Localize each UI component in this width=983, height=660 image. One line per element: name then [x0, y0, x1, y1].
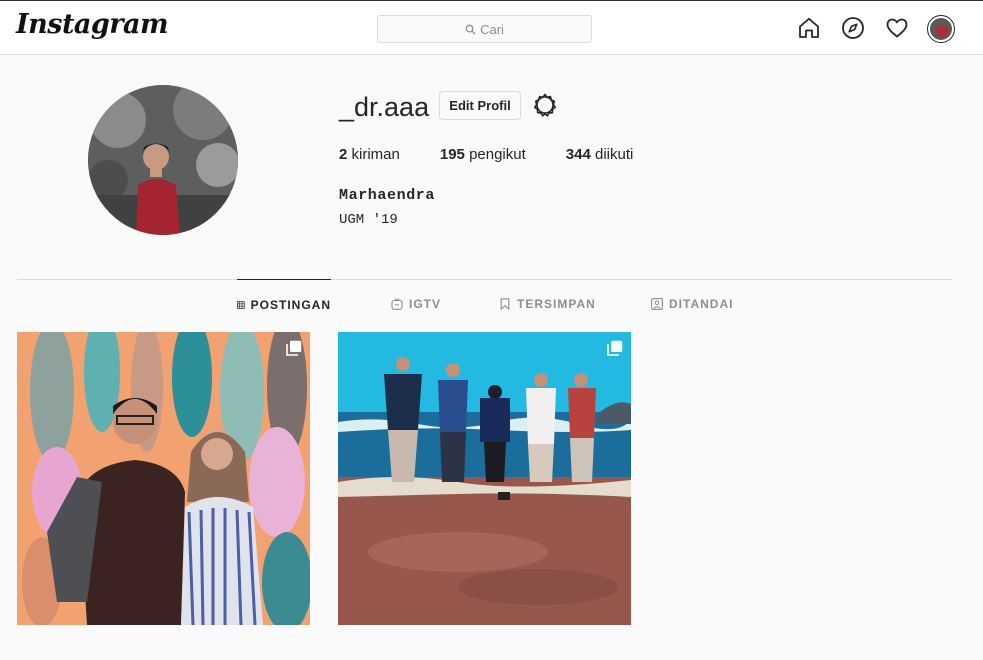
- profile-stats: 2 kiriman 195 pengikut 344 diikuti: [339, 146, 673, 163]
- instagram-logo[interactable]: Instagram: [16, 9, 169, 40]
- bookmark-icon: [500, 298, 510, 310]
- tagged-icon: [651, 298, 663, 310]
- profile-bio: UGM '19: [339, 212, 398, 228]
- followers-link[interactable]: 195 pengikut: [440, 146, 526, 163]
- settings-gear-icon[interactable]: [533, 93, 557, 117]
- search-input[interactable]: Cari: [377, 15, 592, 43]
- multiple-photos-icon: [607, 340, 623, 356]
- profile-avatar-button[interactable]: [927, 15, 955, 43]
- tab-postingan[interactable]: POSTINGAN: [237, 279, 331, 329]
- tab-ditandai[interactable]: DITANDAI: [651, 279, 733, 329]
- edit-profile-button[interactable]: Edit Profil: [439, 91, 521, 120]
- tab-label: POSTINGAN: [250, 297, 331, 312]
- profile-picture[interactable]: [88, 85, 238, 235]
- profile-photo-image: [88, 85, 238, 235]
- igtv-icon: [391, 298, 403, 310]
- profile-tabs: POSTINGAN IGTV TERSIMPAN DITANDAI: [0, 279, 983, 329]
- grid-icon: [237, 300, 245, 309]
- explore-icon[interactable]: [841, 16, 865, 40]
- tab-label: IGTV: [409, 297, 442, 311]
- home-icon[interactable]: [797, 16, 821, 40]
- tab-igtv[interactable]: IGTV: [391, 279, 441, 329]
- search-icon: [465, 24, 476, 35]
- top-navigation-bar: Instagram Cari: [0, 0, 983, 55]
- post-image-couple: [17, 332, 310, 625]
- posts-count: 2 kiriman: [339, 146, 400, 163]
- post-image-beach-group: [338, 332, 631, 625]
- multiple-photos-icon: [286, 340, 302, 356]
- following-link[interactable]: 344 diikuti: [566, 146, 634, 163]
- heart-icon[interactable]: [885, 16, 909, 40]
- search-placeholder: Cari: [480, 21, 504, 37]
- profile-full-name: Marhaendra: [339, 187, 436, 204]
- tab-label: TERSIMPAN: [517, 297, 596, 311]
- tab-tersimpan[interactable]: TERSIMPAN: [499, 279, 596, 329]
- avatar: [930, 18, 952, 40]
- post-thumbnail[interactable]: [338, 332, 631, 625]
- tab-label: DITANDAI: [669, 297, 734, 311]
- profile-username: _dr.aaa: [339, 92, 430, 122]
- post-thumbnail[interactable]: [17, 332, 310, 625]
